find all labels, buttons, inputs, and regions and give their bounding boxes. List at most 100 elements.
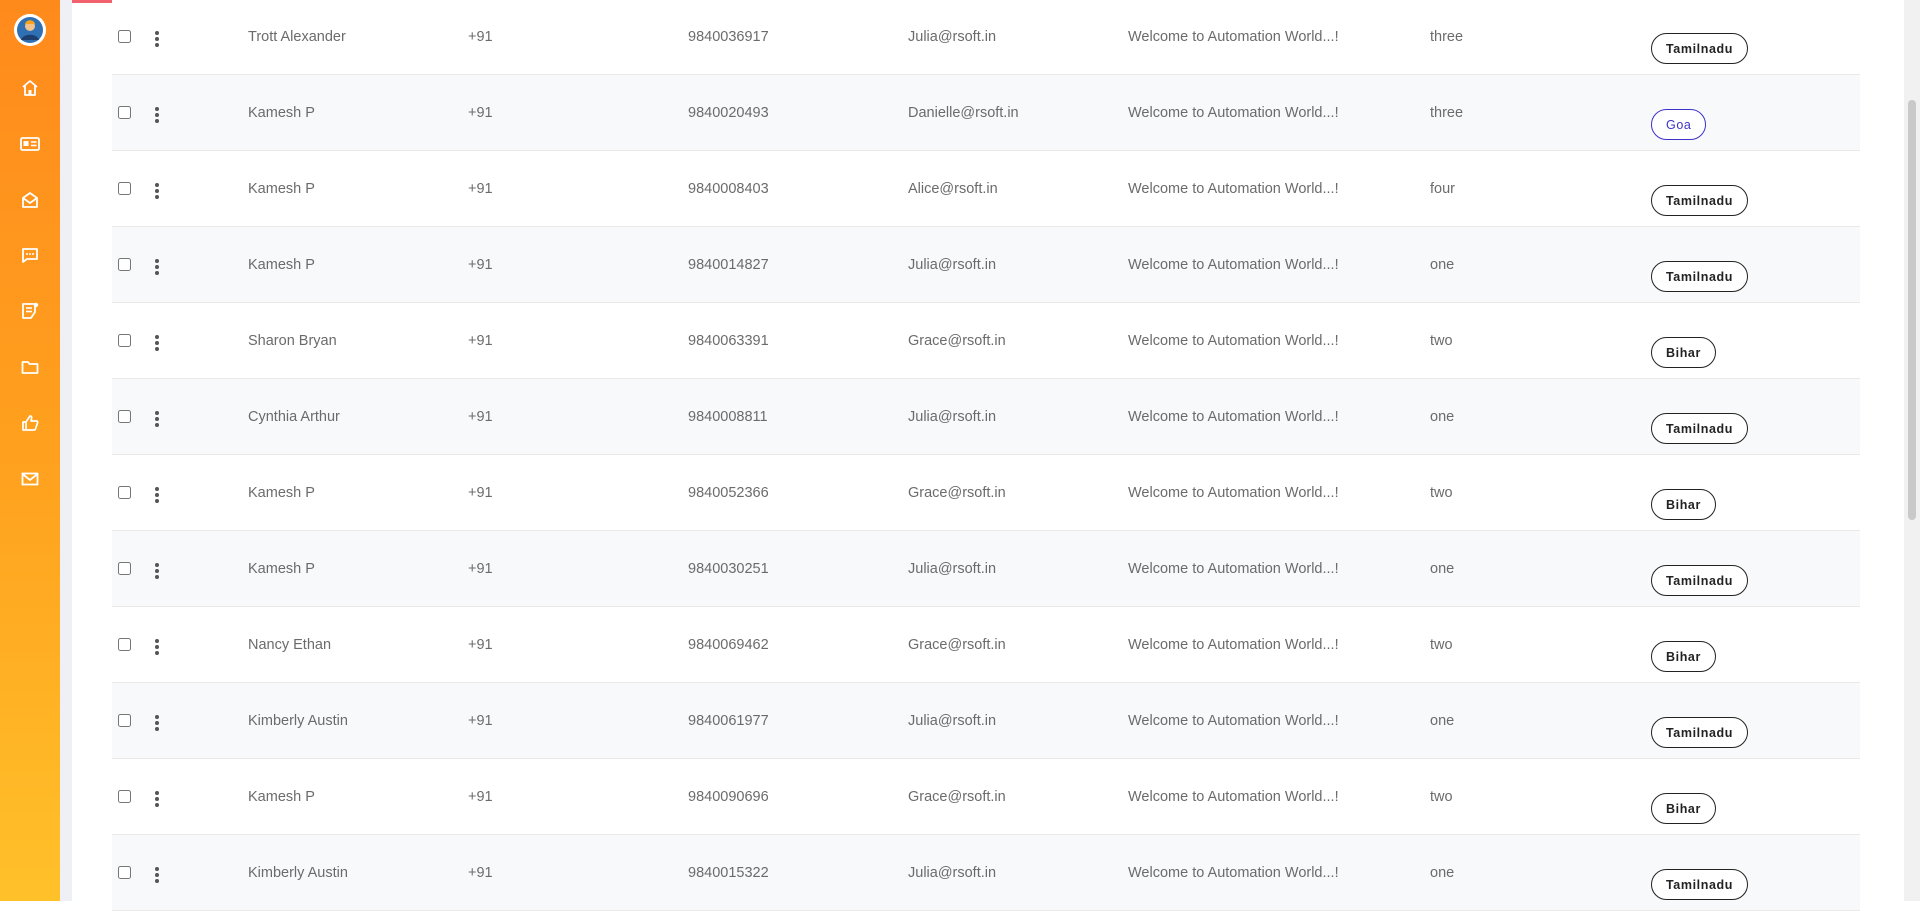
table-row[interactable]: Sharon Bryan +91 9840063391 Grace@rsoft.in W… — [112, 303, 1860, 379]
nav-notes[interactable] — [0, 291, 60, 331]
table-row[interactable]: Kimberly Austin +91 9840015322 Julia@rsoft.… — [112, 835, 1860, 911]
scrollbar-thumb[interactable] — [1908, 100, 1916, 520]
phone-number: 9840063391 — [688, 333, 769, 349]
country-code: +91 — [468, 29, 493, 45]
table-row[interactable]: Trott Alexander +91 9840036917 Julia@rsoft.… — [112, 0, 1860, 75]
country-code: +91 — [468, 333, 493, 349]
table-row[interactable]: Nancy Ethan +91 9840069462 Grace@rsoft.in We… — [112, 607, 1860, 683]
row-actions-kebab-icon[interactable] — [152, 30, 162, 50]
page-scrollbar[interactable] — [1904, 0, 1920, 901]
count-value: one — [1430, 257, 1455, 273]
table-row[interactable]: Cynthia Arthur +91 9840008811 Julia@rsoft.i… — [112, 379, 1860, 455]
mail-icon — [21, 472, 39, 486]
state-badge[interactable]: Tamilnadu — [1651, 717, 1748, 748]
row-actions-kebab-icon[interactable] — [152, 714, 162, 734]
message-text: Welcome to Automation World...! — [1128, 257, 1339, 273]
row-actions-kebab-icon[interactable] — [152, 182, 162, 202]
contact-name: Nancy Ethan — [248, 637, 332, 653]
nav-mail[interactable] — [0, 459, 60, 499]
email-address: Julia@rsoft.in — [908, 713, 997, 729]
nav-inbox[interactable] — [0, 180, 60, 220]
state-badge[interactable]: Tamilnadu — [1651, 565, 1748, 596]
email-address: Julia@rsoft.in — [908, 257, 997, 273]
phone-number: 9840090696 — [688, 789, 769, 805]
state-badge[interactable]: Bihar — [1651, 793, 1716, 824]
count-value: three — [1430, 29, 1464, 45]
country-code: +91 — [468, 257, 493, 273]
state-badge[interactable]: Tamilnadu — [1651, 261, 1748, 292]
phone-number: 9840020493 — [688, 105, 769, 121]
message-text: Welcome to Automation World...! — [1128, 789, 1339, 805]
row-checkbox[interactable] — [118, 714, 131, 727]
state-badge[interactable]: Tamilnadu — [1651, 413, 1748, 444]
folder-icon — [21, 361, 39, 374]
email-address: Julia@rsoft.in — [908, 561, 997, 577]
email-address: Danielle@rsoft.in — [908, 105, 1019, 121]
table-row[interactable]: Kamesh P +91 9840020493 Danielle@rsoft.in We… — [112, 75, 1860, 151]
message-text: Welcome to Automation World...! — [1128, 713, 1339, 729]
country-code: +91 — [468, 561, 493, 577]
row-checkbox[interactable] — [118, 790, 131, 803]
row-checkbox[interactable] — [118, 562, 131, 575]
state-badge[interactable]: Bihar — [1651, 641, 1716, 672]
state-badge[interactable]: Bihar — [1651, 337, 1716, 368]
contacts-table: Trott Alexander +91 9840036917 Julia@rsoft.… — [112, 0, 1860, 911]
contact-name: Kamesh P — [248, 181, 315, 197]
nav-feedback[interactable] — [0, 403, 60, 443]
row-actions-kebab-icon[interactable] — [152, 790, 162, 810]
row-checkbox[interactable] — [118, 334, 131, 347]
row-checkbox[interactable] — [118, 106, 131, 119]
row-actions-kebab-icon[interactable] — [152, 334, 162, 354]
row-checkbox[interactable] — [118, 638, 131, 651]
state-badge[interactable]: Tamilnadu — [1651, 869, 1748, 900]
row-checkbox[interactable] — [118, 182, 131, 195]
row-actions-kebab-icon[interactable] — [152, 562, 162, 582]
country-code: +91 — [468, 181, 493, 197]
message-text: Welcome to Automation World...! — [1128, 485, 1339, 501]
row-checkbox[interactable] — [118, 866, 131, 879]
table-row[interactable]: Kamesh P +91 9840008403 Alice@rsoft.in Welco… — [112, 151, 1860, 227]
contact-name: Kamesh P — [248, 257, 315, 273]
row-checkbox[interactable] — [118, 410, 131, 423]
contact-name: Kimberly Austin — [248, 713, 348, 729]
count-value: two — [1430, 637, 1453, 653]
message-text: Welcome to Automation World...! — [1128, 29, 1339, 45]
contact-name: Kamesh P — [248, 105, 315, 121]
message-text: Welcome to Automation World...! — [1128, 181, 1339, 197]
table-row[interactable]: Kamesh P +91 9840052366 Grace@rsoft.in Welco… — [112, 455, 1860, 531]
message-text: Welcome to Automation World...! — [1128, 865, 1339, 881]
count-value: one — [1430, 561, 1455, 577]
chat-icon — [22, 248, 38, 263]
row-actions-kebab-icon[interactable] — [152, 410, 162, 430]
contact-name: Kamesh P — [248, 485, 315, 501]
row-actions-kebab-icon[interactable] — [152, 486, 162, 506]
content-gutter — [60, 0, 72, 901]
nav-files[interactable] — [0, 347, 60, 387]
phone-number: 9840030251 — [688, 561, 769, 577]
state-badge[interactable]: Tamilnadu — [1651, 185, 1748, 216]
count-value: four — [1430, 181, 1455, 197]
table-row[interactable]: Kamesh P +91 9840090696 Grace@rsoft.in Welco… — [112, 759, 1860, 835]
country-code: +91 — [468, 789, 493, 805]
nav-home[interactable] — [0, 68, 60, 108]
table-row[interactable]: Kamesh P +91 9840030251 Julia@rsoft.in Welco… — [112, 531, 1860, 607]
email-address: Julia@rsoft.in — [908, 409, 997, 425]
row-actions-kebab-icon[interactable] — [152, 638, 162, 658]
phone-number: 9840061977 — [688, 713, 769, 729]
row-checkbox[interactable] — [118, 30, 131, 43]
nav-chat[interactable] — [0, 235, 60, 275]
row-actions-kebab-icon[interactable] — [152, 106, 162, 126]
country-code: +91 — [468, 409, 493, 425]
mail-open-icon — [22, 192, 38, 208]
row-checkbox[interactable] — [118, 486, 131, 499]
row-checkbox[interactable] — [118, 258, 131, 271]
state-badge[interactable]: Goa — [1651, 109, 1707, 140]
state-badge[interactable]: Tamilnadu — [1651, 33, 1748, 64]
row-actions-kebab-icon[interactable] — [152, 258, 162, 278]
nav-contacts[interactable] — [0, 124, 60, 164]
state-badge[interactable]: Bihar — [1651, 489, 1716, 520]
user-avatar[interactable] — [14, 14, 46, 46]
table-row[interactable]: Kimberly Austin +91 9840061977 Julia@rsoft.… — [112, 683, 1860, 759]
row-actions-kebab-icon[interactable] — [152, 866, 162, 886]
table-row[interactable]: Kamesh P +91 9840014827 Julia@rsoft.in Welco… — [112, 227, 1860, 303]
